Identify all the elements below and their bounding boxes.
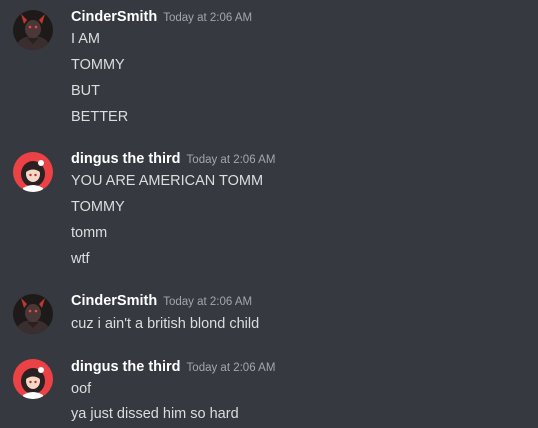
message-group: dingus the third Today at 2:06 AM oof ya … <box>0 0 538 428</box>
username[interactable]: dingus the third <box>71 359 181 375</box>
chat-message-list: CinderSmith Today at 2:06 AM I AM TOMMY B… <box>0 0 538 428</box>
timestamp[interactable]: Today at 2:06 AM <box>187 362 276 374</box>
message-header: dingus the third Today at 2:06 AM <box>71 358 275 376</box>
message-text: oof <box>71 381 92 397</box>
anime-girl-avatar-icon[interactable] <box>13 359 53 399</box>
message-text: ya just dissed him so hard <box>71 406 239 422</box>
